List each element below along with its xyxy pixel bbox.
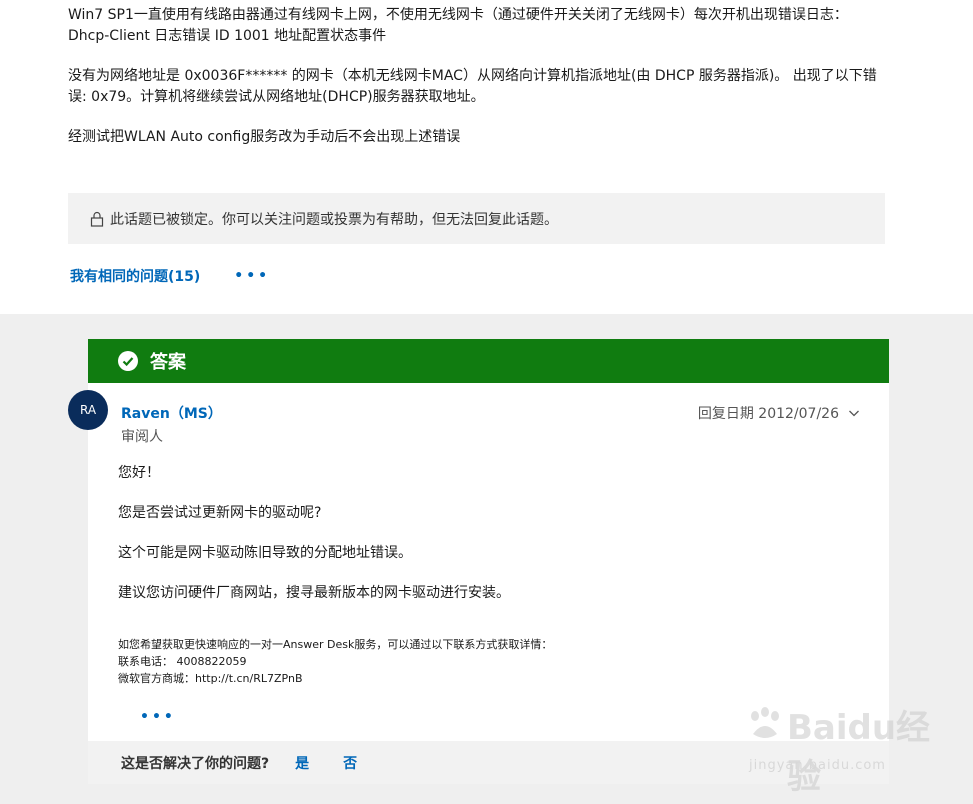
question-paragraph: 经测试把WLAN Auto config服务改为手动后不会出现上述错误: [68, 129, 461, 145]
locked-notice: 此话题已被锁定。你可以关注问题或投票为有帮助，但无法回复此话题。: [68, 193, 885, 244]
same-question-row: 我有相同的问题(15) •••: [70, 266, 270, 286]
chevron-down-icon[interactable]: [848, 407, 860, 419]
avatar[interactable]: RA: [68, 390, 108, 430]
answer-paragraph: 您是否尝试过更新网卡的驱动呢?: [118, 505, 322, 521]
author-name[interactable]: Raven（MS）: [121, 403, 222, 423]
checkmark-icon: [118, 351, 138, 371]
answer-body: 您好！ 您是否尝试过更新网卡的驱动呢? 这个可能是网卡驱动陈旧导致的分配地址错误…: [118, 463, 858, 623]
lock-icon: [90, 211, 104, 227]
answer-paragraph: 建议您访问硬件厂商网站，搜寻最新版本的网卡驱动进行安装。: [118, 585, 510, 601]
locked-notice-text: 此话题已被锁定。你可以关注问题或投票为有帮助，但无法回复此话题。: [110, 211, 558, 228]
more-options-button[interactable]: •••: [234, 268, 270, 284]
helpful-question: 这是否解决了你的问题?: [121, 755, 270, 772]
question-paragraph: 没有为网络地址是 0x0036F****** 的网卡（本机无线网卡MAC）从网络…: [68, 68, 877, 105]
contact-phone: 联系电话： 4008822059: [118, 655, 247, 668]
watermark-brand: Baidu经验: [787, 708, 931, 797]
watermark: Baidu经验 jingyan.baidu.com: [745, 700, 935, 797]
answer-title: 答案: [150, 352, 186, 373]
contact-info: 如您希望获取更快速响应的一对一Answer Desk服务，可以通过以下联系方式获…: [118, 636, 552, 687]
contact-line: 如您希望获取更快速响应的一对一Answer Desk服务，可以通过以下联系方式获…: [118, 638, 553, 651]
answer-paragraph: 您好！: [118, 465, 160, 481]
reply-date[interactable]: 回复日期 2012/07/26: [698, 403, 860, 423]
yes-button[interactable]: 是: [295, 753, 309, 773]
paw-logo-icon: [751, 707, 779, 738]
question-body: Win7 SP1一直使用有线路由器通过有线网卡上网，不使用无线网卡（通过硬件开关…: [68, 5, 888, 167]
no-button[interactable]: 否: [343, 753, 357, 773]
reply-date-text: 回复日期 2012/07/26: [697, 406, 839, 422]
author-role: 审阅人: [121, 429, 163, 445]
answer-header: 答案: [88, 339, 889, 383]
answer-more-button[interactable]: •••: [140, 709, 176, 725]
same-question-button[interactable]: 我有相同的问题(15): [70, 266, 200, 286]
contact-store: 微软官方商城：http://t.cn/RL7ZPnB: [118, 672, 303, 685]
watermark-url: jingyan.baidu.com: [749, 758, 886, 773]
question-paragraph: Win7 SP1一直使用有线路由器通过有线网卡上网，不使用无线网卡（通过硬件开关…: [68, 7, 848, 44]
answer-paragraph: 这个可能是网卡驱动陈旧导致的分配地址错误。: [118, 545, 412, 561]
